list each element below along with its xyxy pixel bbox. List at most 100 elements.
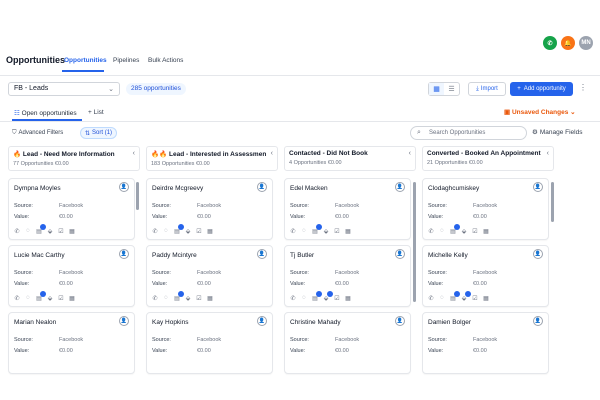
calendar-icon[interactable]: ▦ [482,227,490,235]
phone-icon[interactable]: ✆ [427,227,435,235]
collapse-icon[interactable]: ‹ [271,150,273,157]
assignee-icon[interactable]: 👤 [533,249,543,259]
notes-icon[interactable]: ▤ [35,224,46,235]
task-icon[interactable]: ☑ [471,294,479,302]
phone-icon[interactable]: ✆ [13,294,21,302]
calendar-icon[interactable]: ▦ [482,294,490,302]
list-view-icon[interactable]: ☰ [444,83,459,95]
calendar-icon[interactable]: ▦ [206,227,214,235]
tag-icon[interactable]: ⬙ [460,227,468,235]
opportunity-card[interactable]: Michelle Kelly 👤 Source: Facebook Value:… [422,245,549,307]
tab-opportunities[interactable]: Opportunities [64,57,107,64]
pipeline-select[interactable]: FB - Leads ⌄ [8,82,120,96]
more-options-icon[interactable]: ⋮ [579,83,587,92]
scrollbar[interactable] [551,182,554,222]
calendar-icon[interactable]: ▦ [206,294,214,302]
notes-icon[interactable]: ▤ [311,291,322,302]
phone-icon[interactable]: ✆ [543,36,557,50]
opportunity-card[interactable]: Kay Hopkins 👤 Source: Facebook Value: €0… [146,312,273,374]
assignee-icon[interactable]: 👤 [395,316,405,326]
notes-icon[interactable]: ▤ [449,224,460,235]
opportunity-card[interactable]: Clodaghcumiskey 👤 Source: Facebook Value… [422,178,549,240]
subtab-open-opportunities[interactable]: ☷ Open opportunities [14,109,77,117]
collapse-icon[interactable]: ‹ [547,150,549,157]
phone-icon[interactable]: ✆ [151,294,159,302]
calendar-icon[interactable]: ▦ [68,294,76,302]
message-icon[interactable]: ◌ [24,294,32,302]
task-icon[interactable]: ☑ [333,294,341,302]
subtab-add-list[interactable]: + List [88,109,104,116]
unsaved-changes-button[interactable]: ▣ Unsaved Changes ⌄ [504,108,576,116]
notes-icon[interactable]: ▤ [311,224,322,235]
user-avatar[interactable]: MN [579,36,593,50]
message-icon[interactable]: ◌ [162,294,170,302]
message-icon[interactable]: ◌ [300,294,308,302]
assignee-icon[interactable]: 👤 [119,182,129,192]
message-icon[interactable]: ◌ [162,227,170,235]
phone-icon[interactable]: ✆ [289,227,297,235]
task-icon[interactable]: ☑ [195,294,203,302]
assignee-icon[interactable]: 👤 [119,316,129,326]
assignee-icon[interactable]: 👤 [533,182,543,192]
tag-icon[interactable]: ⬙ [322,291,333,302]
assignee-icon[interactable]: 👤 [257,249,267,259]
sort-button[interactable]: ⇅ Sort (1) [80,127,118,139]
search-input[interactable]: ⌕ Search Opportunities [410,126,527,140]
phone-icon[interactable]: ✆ [427,294,435,302]
phone-icon[interactable]: ✆ [151,227,159,235]
assignee-icon[interactable]: 👤 [395,182,405,192]
message-icon[interactable]: ◌ [438,227,446,235]
grid-view-icon[interactable]: ▦ [429,83,444,95]
tag-icon[interactable]: ⬙ [184,227,192,235]
collapse-icon[interactable]: ‹ [133,150,135,157]
notes-icon[interactable]: ▤ [173,224,184,235]
notes-icon[interactable]: ▤ [35,291,46,302]
task-icon[interactable]: ☑ [57,227,65,235]
assignee-icon[interactable]: 👤 [257,316,267,326]
message-icon[interactable]: ◌ [438,294,446,302]
tab-bulk-actions[interactable]: Bulk Actions [148,57,183,64]
assignee-icon[interactable]: 👤 [119,249,129,259]
opportunity-card[interactable]: Marian Nealon 👤 Source: Facebook Value: … [8,312,135,374]
opportunity-card[interactable]: Edel Macken 👤 Source: Facebook Value: €0… [284,178,411,240]
task-icon[interactable]: ☑ [471,227,479,235]
message-icon[interactable]: ◌ [300,227,308,235]
tag-icon[interactable]: ⬙ [46,294,54,302]
phone-icon[interactable]: ✆ [289,294,297,302]
task-icon[interactable]: ☑ [195,227,203,235]
value-value: €0.00 [335,281,349,287]
manage-fields-button[interactable]: ⚙ Manage Fields [532,128,582,137]
opportunity-card[interactable]: Deirdre Mcgreevy 👤 Source: Facebook Valu… [146,178,273,240]
calendar-icon[interactable]: ▦ [68,227,76,235]
scrollbar[interactable] [136,182,139,210]
assignee-icon[interactable]: 👤 [533,316,543,326]
advanced-filters-button[interactable]: ⛉ Advanced Filters [8,127,67,139]
opportunity-card[interactable]: Lucie Mac Carthy 👤 Source: Facebook Valu… [8,245,135,307]
opportunity-card[interactable]: Christine Mahady 👤 Source: Facebook Valu… [284,312,411,374]
view-toggle[interactable]: ▦ ☰ [428,82,460,96]
tag-icon[interactable]: ⬙ [46,227,54,235]
assignee-icon[interactable]: 👤 [257,182,267,192]
add-opportunity-button[interactable]: + Add opportunity [510,82,573,96]
notification-bell-icon[interactable]: 🔔 [561,36,575,50]
tag-icon[interactable]: ⬙ [322,227,330,235]
calendar-icon[interactable]: ▦ [344,294,352,302]
opportunity-card[interactable]: Dympna Moyles 👤 Source: Facebook Value: … [8,178,135,240]
tag-icon[interactable]: ⬙ [460,291,471,302]
tag-icon[interactable]: ⬙ [184,294,192,302]
opportunity-card[interactable]: Damien Bolger 👤 Source: Facebook Value: … [422,312,549,374]
collapse-icon[interactable]: ‹ [409,150,411,157]
calendar-icon[interactable]: ▦ [344,227,352,235]
notes-icon[interactable]: ▤ [173,291,184,302]
assignee-icon[interactable]: 👤 [395,249,405,259]
import-button[interactable]: ⤓ Import [468,82,506,96]
phone-icon[interactable]: ✆ [13,227,21,235]
opportunity-card[interactable]: Paddy Mcintyre 👤 Source: Facebook Value:… [146,245,273,307]
message-icon[interactable]: ◌ [24,227,32,235]
opportunity-card[interactable]: Tj Butler 👤 Source: Facebook Value: €0.0… [284,245,411,307]
scrollbar[interactable] [413,182,416,302]
tab-pipelines[interactable]: Pipelines [113,57,139,64]
task-icon[interactable]: ☑ [333,227,341,235]
task-icon[interactable]: ☑ [57,294,65,302]
notes-icon[interactable]: ▤ [449,291,460,302]
